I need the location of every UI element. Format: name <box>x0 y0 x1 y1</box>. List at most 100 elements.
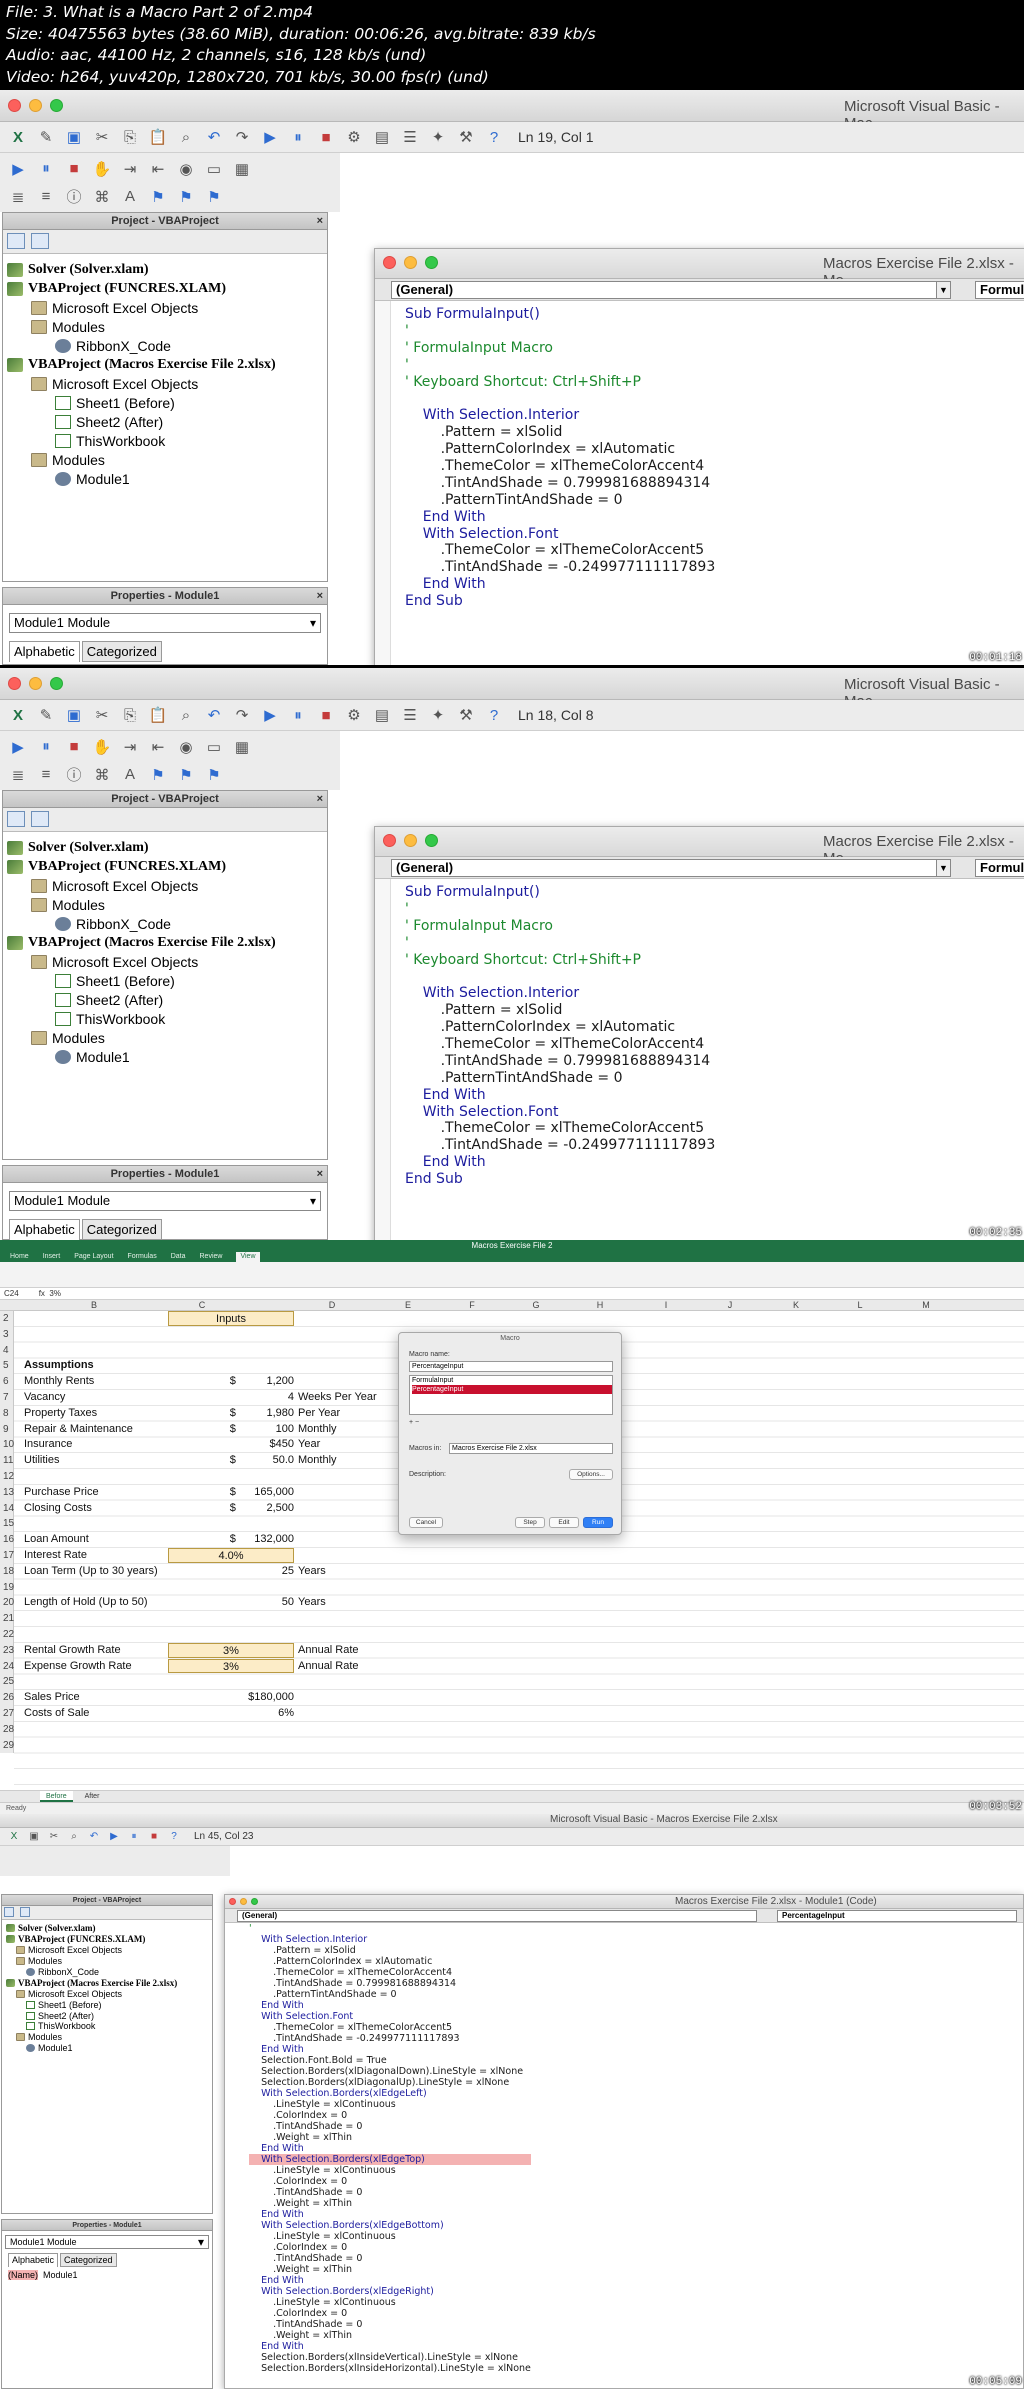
column-header[interactable]: C <box>192 1300 212 1311</box>
locals-icon[interactable]: ▦ <box>230 735 254 759</box>
parameter-info-icon[interactable]: ⌘ <box>90 185 114 209</box>
tab-categorized[interactable]: Categorized <box>81 1219 162 1240</box>
find-icon[interactable]: ⌕ <box>174 703 198 727</box>
redo-icon[interactable]: ↷ <box>230 703 254 727</box>
run-icon[interactable]: ▶ <box>6 157 30 181</box>
list-props-icon[interactable]: ≣ <box>6 763 30 787</box>
object-combo[interactable]: (General) ▼ <box>391 281 951 299</box>
code-line[interactable]: Selection.Font.Bold = True <box>249 2055 531 2066</box>
macro-list-item[interactable]: PercentageInput <box>412 1385 612 1394</box>
tree-node[interactable]: Sheet2 (After) <box>2 2010 212 2021</box>
code-line[interactable]: With Selection.Borders(xlEdgeLeft) <box>249 2088 531 2099</box>
cell-c[interactable]: $ 2,500 <box>168 1501 294 1516</box>
row-header[interactable]: 4 <box>0 1342 14 1359</box>
properties-object-combo[interactable]: Module1 Module <box>9 613 321 633</box>
code-line[interactable] <box>405 390 715 407</box>
watch-icon[interactable]: ◉ <box>174 735 198 759</box>
tree-node[interactable]: Modules <box>3 450 327 469</box>
code-line[interactable]: .TintAndShade = 0 <box>249 2121 531 2132</box>
row-header[interactable]: 15 <box>0 1516 14 1533</box>
code-editor[interactable]: Sub FormulaInput() ' ' FormulaInput Macro '… <box>405 306 715 610</box>
procedure-combo[interactable]: Formula <box>975 281 1024 299</box>
code-line[interactable]: .ThemeColor = xlThemeColorAccent5 <box>405 1120 715 1137</box>
cell-c[interactable]: $ 165,000 <box>168 1485 294 1500</box>
minimize-button[interactable] <box>29 677 42 690</box>
immediate-icon[interactable]: ▭ <box>202 157 226 181</box>
column-header[interactable]: I <box>656 1300 676 1311</box>
code-line[interactable]: End With <box>249 2000 531 2011</box>
code-line[interactable]: End With <box>249 2209 531 2220</box>
cell-b[interactable]: Interest Rate <box>24 1548 87 1563</box>
next-bookmark-icon[interactable]: ⚑ <box>174 185 198 209</box>
stop-icon[interactable]: ■ <box>314 125 338 149</box>
tree-node[interactable]: VBAProject (Macros Exercise File 2.xlsx) <box>3 355 327 374</box>
code-line[interactable]: .PatternColorIndex = xlAutomatic <box>405 441 715 458</box>
minimize-button[interactable] <box>404 256 417 269</box>
tab-data[interactable]: Data <box>171 1252 186 1262</box>
code-line[interactable]: With Selection.Font <box>405 1104 715 1121</box>
tree-node[interactable]: Sheet2 (After) <box>3 412 327 431</box>
tree-node[interactable]: Sheet1 (Before) <box>3 393 327 412</box>
code-editor[interactable]: ' With Selection.Interior .Pattern = xlS… <box>249 1923 531 2374</box>
tree-node[interactable]: VBAProject (FUNCRES.XLAM) <box>3 279 327 298</box>
run-icon[interactable]: ▶ <box>258 125 282 149</box>
cell-d[interactable]: Monthly <box>298 1453 337 1468</box>
code-line[interactable]: End Sub <box>405 1171 715 1188</box>
cell-c[interactable]: $ 1,980 <box>168 1406 294 1421</box>
tree-node[interactable]: Module1 <box>3 1047 327 1066</box>
column-header[interactable]: B <box>84 1300 104 1311</box>
row-header[interactable]: 16 <box>0 1532 14 1548</box>
minimize-button[interactable] <box>240 1898 247 1905</box>
cell-b[interactable]: Loan Term (Up to 30 years) <box>24 1564 158 1579</box>
project-explorer-icon[interactable]: ▤ <box>370 703 394 727</box>
code-line[interactable]: ' FormulaInput Macro <box>405 340 715 357</box>
tree-node[interactable]: Modules <box>2 1956 212 1967</box>
code-line[interactable]: Sub FormulaInput() <box>405 306 715 323</box>
project-explorer-icon[interactable]: ▤ <box>370 125 394 149</box>
tree-node[interactable]: Solver (Solver.xlam) <box>3 260 327 279</box>
tree-node[interactable]: Microsoft Excel Objects <box>3 876 327 895</box>
code-line[interactable]: Sub FormulaInput() <box>405 884 715 901</box>
stop-icon[interactable]: ■ <box>62 157 86 181</box>
close-button[interactable] <box>383 256 396 269</box>
code-line[interactable]: .Weight = xlThin <box>249 2264 531 2275</box>
row-header[interactable]: 18 <box>0 1563 14 1580</box>
tree-node[interactable]: ThisWorkbook <box>2 2021 212 2032</box>
row-header[interactable]: 14 <box>0 1500 14 1517</box>
code-line[interactable]: .ThemeColor = xlThemeColorAccent4 <box>405 458 715 475</box>
tab-home[interactable]: Home <box>10 1252 29 1262</box>
code-line[interactable]: End With <box>249 2275 531 2286</box>
list-constants-icon[interactable]: ≡ <box>34 763 58 787</box>
stop-icon[interactable]: ■ <box>314 703 338 727</box>
cell-c[interactable]: $ 50.0 <box>168 1453 294 1468</box>
sheet-tab[interactable]: Before <box>40 1791 73 1802</box>
tab-alphabetic[interactable]: Alphabetic <box>9 641 80 662</box>
minimize-button[interactable] <box>404 834 417 847</box>
view-code-icon[interactable] <box>7 811 25 827</box>
code-line[interactable]: End With <box>405 1154 715 1171</box>
view-object-icon[interactable] <box>20 1907 30 1917</box>
row-header[interactable]: 12 <box>0 1469 14 1485</box>
save-icon[interactable]: ▣ <box>62 703 86 727</box>
row-header[interactable]: 20 <box>0 1595 14 1612</box>
object-browser-icon[interactable]: ✦ <box>426 703 450 727</box>
zoom-button[interactable] <box>50 677 63 690</box>
row-header[interactable]: 29 <box>0 1737 14 1754</box>
code-line[interactable] <box>405 968 715 985</box>
pause-icon[interactable]: ⏸ <box>286 703 310 727</box>
code-line[interactable]: .ThemeColor = xlThemeColorAccent5 <box>249 2022 531 2033</box>
insert-icon[interactable]: ✎ <box>34 703 58 727</box>
complete-word-icon[interactable]: A <box>118 763 142 787</box>
pause-icon[interactable]: ⏸ <box>286 125 310 149</box>
run-icon[interactable]: ▶ <box>258 703 282 727</box>
undo-icon[interactable]: ↶ <box>202 125 226 149</box>
row-header[interactable]: 7 <box>0 1390 14 1406</box>
zoom-button[interactable] <box>251 1898 258 1905</box>
code-line[interactable]: End Sub <box>405 593 715 610</box>
tree-node[interactable]: RibbonX_Code <box>2 1967 212 1978</box>
tree-node[interactable]: Microsoft Excel Objects <box>3 374 327 393</box>
code-line[interactable]: .PatternTintAndShade = 0 <box>249 1989 531 2000</box>
object-combo[interactable]: (General) <box>237 1910 757 1922</box>
quick-info-icon[interactable]: ⓘ <box>62 185 86 209</box>
cell-c[interactable]: 4.0% <box>168 1548 294 1563</box>
